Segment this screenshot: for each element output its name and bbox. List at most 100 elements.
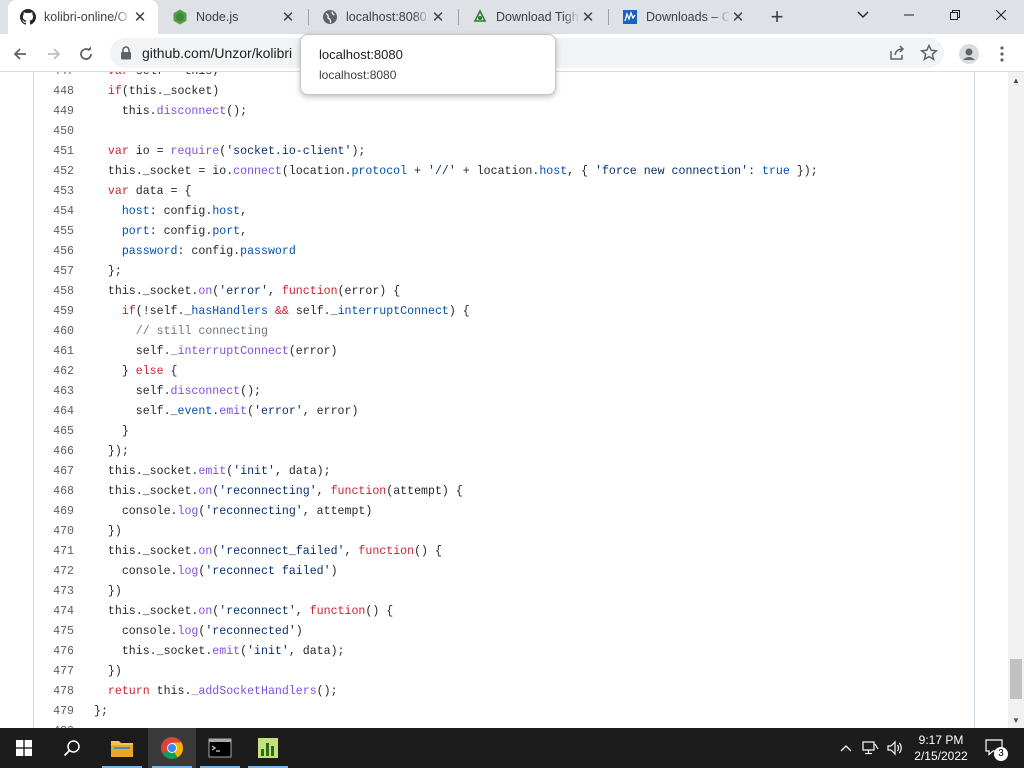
code-token: }) [94, 525, 122, 538]
back-button[interactable] [6, 40, 34, 68]
tab-github[interactable]: kolibri-online/O ✕ [8, 0, 158, 34]
restore-button[interactable] [932, 0, 978, 30]
line-number[interactable]: 459 [34, 302, 74, 322]
code-token: ) [295, 625, 303, 638]
line-number[interactable]: 450 [34, 122, 74, 142]
tab-localhost[interactable]: localhost:8080 ✕ [310, 0, 456, 34]
line-number[interactable]: 479 [34, 702, 74, 722]
share-icon[interactable] [888, 44, 906, 62]
action-center-button[interactable]: 3 [980, 728, 1010, 768]
code-token: (this._socket) [121, 85, 220, 98]
taskbar-clock[interactable]: 9:17 PM 2/15/2022 [908, 732, 974, 764]
taskbar-app-task-manager[interactable] [244, 728, 292, 768]
code-token: , data); [274, 465, 331, 478]
close-tab-icon[interactable]: ✕ [132, 9, 148, 26]
line-number[interactable]: 475 [34, 622, 74, 642]
code-text: }) [94, 662, 122, 682]
code-token: 'reconnecting' [205, 505, 303, 518]
code-text: if(this._socket) [94, 82, 219, 102]
close-tab-icon[interactable]: ✕ [280, 9, 296, 26]
line-number[interactable]: 454 [34, 202, 74, 222]
code-line: 453 var data = { [34, 182, 974, 202]
code-text: this._socket.emit('init', data); [94, 642, 345, 662]
tab-nodejs[interactable]: Node.js ✕ [160, 0, 306, 34]
lock-icon[interactable] [120, 46, 132, 60]
taskbar-app-command-prompt[interactable] [196, 728, 244, 768]
taskbar-app-chrome[interactable] [148, 728, 196, 768]
tab-downloads[interactable]: Downloads – O ✕ [610, 0, 756, 34]
reload-icon [80, 46, 92, 60]
line-number[interactable]: 472 [34, 562, 74, 582]
line-number[interactable]: 476 [34, 642, 74, 662]
code-token: var [107, 185, 129, 198]
line-number[interactable]: 467 [34, 462, 74, 482]
scrollbar-thumb[interactable] [1010, 659, 1022, 699]
line-number[interactable]: 474 [34, 602, 74, 622]
bookmark-star-icon[interactable] [920, 44, 938, 62]
tab-download-tightvnc[interactable]: Download Tight ✕ [460, 0, 606, 34]
reload-button[interactable] [72, 40, 100, 68]
close-tab-icon[interactable]: ✕ [430, 9, 446, 26]
start-button[interactable] [0, 728, 48, 768]
profile-button[interactable] [955, 40, 983, 68]
kebab-menu-icon [1000, 46, 1004, 62]
show-hidden-icons-button[interactable] [836, 728, 856, 768]
line-number[interactable]: 447 [34, 72, 74, 82]
code-token: _interruptConnect [330, 305, 449, 318]
code-line: 463 self.disconnect(); [34, 382, 974, 402]
close-window-button[interactable] [978, 0, 1024, 30]
back-arrow-icon [13, 48, 26, 60]
line-number[interactable]: 471 [34, 542, 74, 562]
volume-button[interactable] [884, 728, 906, 768]
line-number[interactable]: 455 [34, 222, 74, 242]
line-number[interactable]: 456 [34, 242, 74, 262]
code-token: password [121, 245, 178, 258]
scroll-up-arrow-icon[interactable]: ▲ [1008, 72, 1024, 88]
line-number[interactable]: 466 [34, 442, 74, 462]
code-token: _interruptConnect [170, 345, 289, 358]
code-token: (!self. [135, 305, 185, 318]
line-number[interactable]: 458 [34, 282, 74, 302]
line-number[interactable]: 457 [34, 262, 74, 282]
minimize-button[interactable] [886, 0, 932, 30]
network-button[interactable] [858, 728, 882, 768]
search-button[interactable] [48, 728, 96, 768]
code-token: function [281, 285, 338, 298]
new-tab-button[interactable]: + [766, 4, 788, 29]
line-number[interactable]: 468 [34, 482, 74, 502]
code-token: this._socket. [94, 485, 199, 498]
line-number[interactable]: 473 [34, 582, 74, 602]
line-number[interactable]: 461 [34, 342, 74, 362]
code-line: 451 var io = require('socket.io-client')… [34, 142, 974, 162]
line-number[interactable]: 464 [34, 402, 74, 422]
menu-button[interactable] [988, 40, 1016, 68]
close-tab-icon[interactable]: ✕ [580, 9, 596, 26]
code-token: _hasHandlers [184, 305, 268, 318]
taskbar-app-file-explorer[interactable] [98, 728, 146, 768]
code-text: var self = this; [94, 72, 219, 82]
line-number[interactable]: 470 [34, 522, 74, 542]
forward-button[interactable] [40, 40, 68, 68]
globe-icon [322, 9, 338, 25]
line-number[interactable]: 478 [34, 682, 74, 702]
line-number[interactable]: 453 [34, 182, 74, 202]
line-number[interactable]: 469 [34, 502, 74, 522]
line-number[interactable]: 452 [34, 162, 74, 182]
code-line: 477 }) [34, 662, 974, 682]
line-number[interactable]: 463 [34, 382, 74, 402]
line-number[interactable]: 465 [34, 422, 74, 442]
scroll-down-arrow-icon[interactable]: ▼ [1008, 712, 1024, 728]
close-tab-icon[interactable]: ✕ [730, 9, 746, 26]
tab-search-icon[interactable] [840, 0, 886, 30]
line-number[interactable]: 462 [34, 362, 74, 382]
line-number[interactable]: 477 [34, 662, 74, 682]
code-token: (error) { [337, 285, 401, 298]
line-number[interactable]: 451 [34, 142, 74, 162]
line-number[interactable]: 460 [34, 322, 74, 342]
page-scrollbar[interactable]: ▲ ▼ [1008, 72, 1024, 728]
line-number[interactable]: 449 [34, 102, 74, 122]
line-number[interactable]: 448 [34, 82, 74, 102]
code-text: }); [94, 442, 129, 462]
